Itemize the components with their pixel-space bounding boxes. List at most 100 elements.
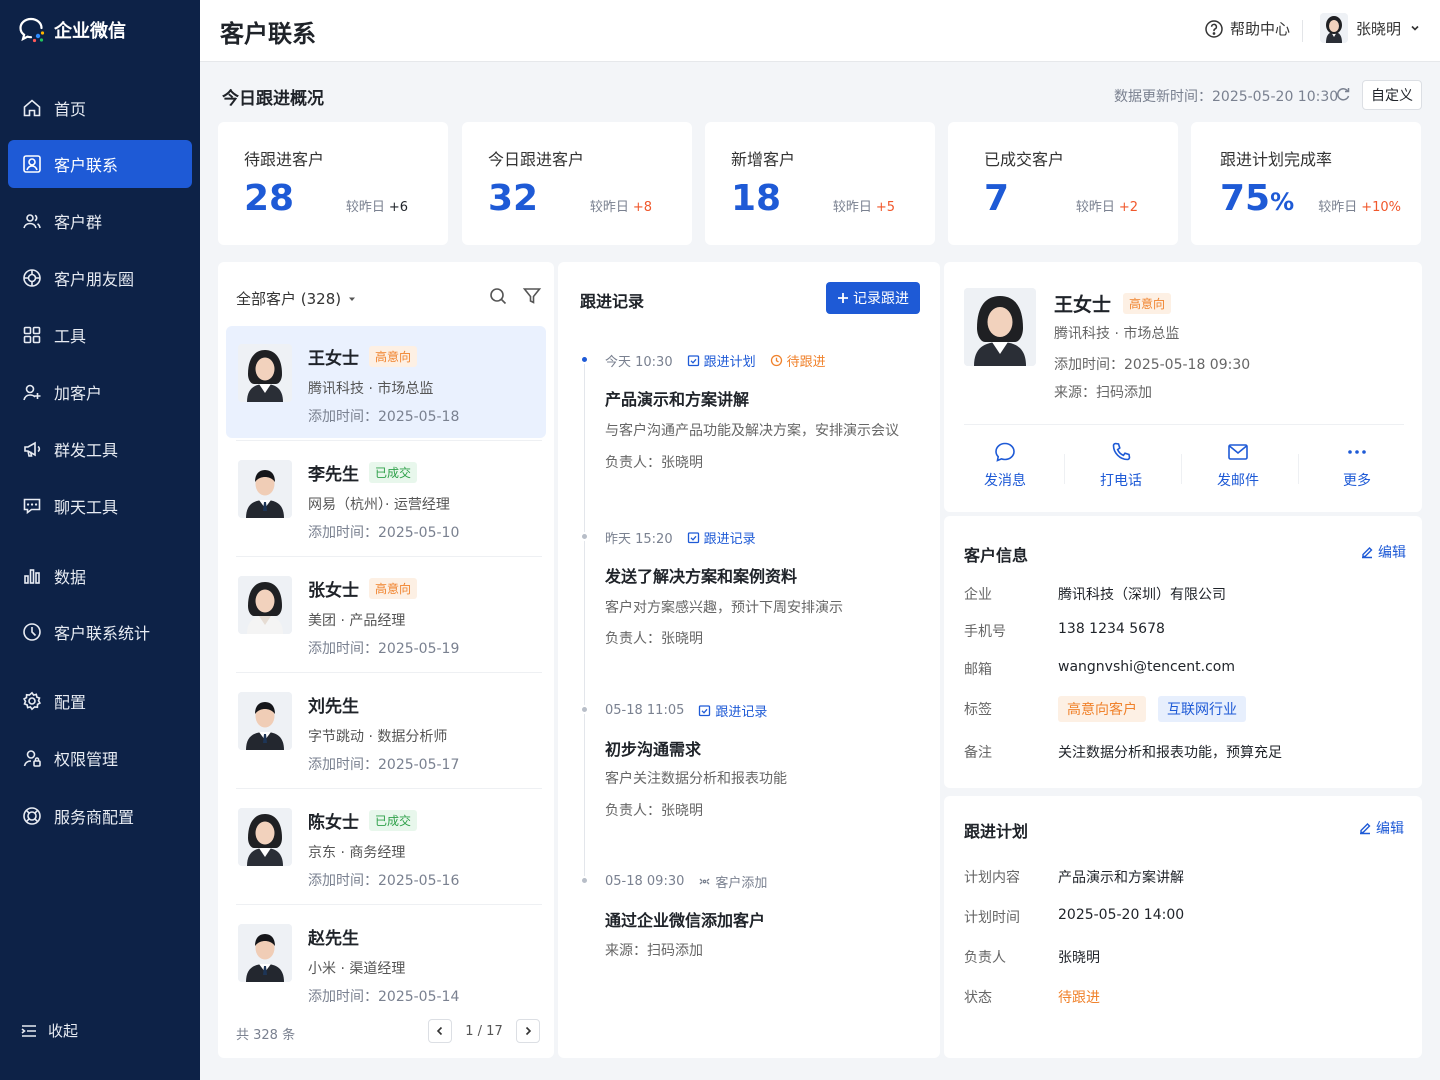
- filter-icon[interactable]: [522, 286, 542, 306]
- record-follow-button[interactable]: 记录跟进: [826, 282, 920, 314]
- customer-list-item[interactable]: 李先生 已成交 网易（杭州）· 运营经理 添加时间：2025-05-10: [226, 442, 546, 554]
- stat-unit: %: [1270, 188, 1295, 216]
- sidebar-item-config[interactable]: 配置: [8, 677, 192, 725]
- collapse-button[interactable]: 收起: [20, 1020, 78, 1041]
- customer-list-item[interactable]: 赵先生 小米 · 渠道经理 添加时间：2025-05-14: [226, 906, 546, 1018]
- send-email-button[interactable]: 发邮件: [1183, 440, 1293, 490]
- customer-list-item[interactable]: 陈女士 已成交 京东 · 商务经理 添加时间：2025-05-16: [226, 790, 546, 902]
- gear-icon: [20, 689, 44, 713]
- customer-org: 腾讯科技 · 市场总监: [308, 381, 434, 397]
- added-prefix: 添加时间：: [308, 641, 378, 657]
- customer-name: 李先生: [308, 465, 359, 485]
- stat-number: 7: [984, 178, 1010, 219]
- sidebar-item-contact-stats[interactable]: 客户联系统计: [8, 608, 192, 656]
- search-icon[interactable]: [488, 286, 508, 306]
- stat-card-pending[interactable]: 待跟进客户 28 较昨日 +6: [218, 122, 448, 245]
- customer-name-row: 陈女士 已成交: [308, 808, 418, 833]
- customer-list-item[interactable]: 王女士 高意向 腾讯科技 · 市场总监 添加时间：2025-05-18: [226, 326, 546, 438]
- stat-card-new-customers[interactable]: 新增客户 18 较昨日 +5: [705, 122, 935, 245]
- more-actions-label: 更多: [1343, 473, 1371, 489]
- stat-card-closed[interactable]: 已成交客户 7 较昨日 +2: [948, 122, 1178, 245]
- call-button[interactable]: 打电话: [1066, 440, 1176, 490]
- plan-content-label: 计划内容: [964, 870, 1020, 886]
- stat-value: 28: [244, 178, 294, 219]
- sidebar-item-mass-send[interactable]: 群发工具: [8, 425, 192, 473]
- record-status-label: 待跟进: [786, 355, 826, 370]
- customer-tag: 已成交: [369, 810, 418, 831]
- plan-status-value: 待跟进: [1058, 990, 1100, 1006]
- customer-list-item[interactable]: 刘先生 字节跳动 · 数据分析师 添加时间：2025-05-17: [226, 674, 546, 786]
- list-divider: [236, 672, 542, 673]
- send-message-button[interactable]: 发消息: [950, 440, 1060, 490]
- record-title: 产品演示和方案讲解: [605, 390, 750, 409]
- app-logo[interactable]: 企业微信: [18, 16, 126, 44]
- sidebar-item-label: 工具: [54, 327, 87, 346]
- record-meta: 昨天 15:20 跟进记录: [605, 528, 756, 547]
- sidebar-item-add-customer[interactable]: 加客户: [8, 368, 192, 416]
- record-time: 05-18 09:30: [605, 874, 685, 889]
- email-value[interactable]: wangnvshi@tencent.com: [1058, 659, 1235, 675]
- sidebar-item-customer-contact[interactable]: 客户联系: [8, 140, 192, 188]
- phone-value[interactable]: 138 1234 5678: [1058, 621, 1165, 637]
- prev-page-button[interactable]: [428, 1019, 452, 1043]
- customer-list-item[interactable]: 张女士 高意向 美团 · 产品经理 添加时间：2025-05-19: [226, 558, 546, 670]
- help-center-link[interactable]: 帮助中心: [1204, 18, 1290, 39]
- page-indicator: 1 / 17: [465, 1023, 503, 1039]
- customer-name-row: 李先生 已成交: [308, 460, 418, 485]
- user-menu[interactable]: 张晓明: [1320, 13, 1421, 43]
- sidebar-item-label: 客户联系: [54, 156, 119, 175]
- sidebar-item-chat-tools[interactable]: 聊天工具: [8, 482, 192, 530]
- edit-customer-info-button[interactable]: 编辑: [1360, 542, 1406, 562]
- sidebar-item-home[interactable]: 首页: [8, 84, 192, 132]
- service-icon: [20, 804, 44, 828]
- refresh-icon: [1335, 86, 1351, 102]
- sidebar-item-moments[interactable]: 客户朋友圈: [8, 254, 192, 302]
- sidebar-item-label: 服务商配置: [54, 808, 135, 827]
- calendar-check-icon: [687, 531, 700, 544]
- added-prefix: 添加时间：: [308, 409, 378, 425]
- refresh-button[interactable]: [1335, 86, 1351, 102]
- sidebar-item-customer-group[interactable]: 客户群: [8, 197, 192, 245]
- send-message-label: 发消息: [984, 473, 1026, 489]
- list-divider: [236, 904, 542, 905]
- plan-time-value: 2025-05-20 14:00: [1058, 907, 1185, 923]
- stat-card-today-followed[interactable]: 今日跟进客户 32 较昨日 +8: [462, 122, 692, 245]
- compare-label: 较昨日: [345, 200, 385, 215]
- stat-label: 新增客户: [731, 150, 796, 169]
- timeline-line: [584, 358, 585, 878]
- customize-button[interactable]: 自定义: [1362, 80, 1422, 110]
- sidebar-item-tools[interactable]: 工具: [8, 311, 192, 359]
- profile-tag: 高意向: [1123, 293, 1172, 314]
- profile-org: 腾讯科技 · 市场总监: [1054, 326, 1180, 342]
- timeline-dot: [580, 532, 589, 541]
- stat-card-plan-completion[interactable]: 跟进计划完成率 75% 较昨日 +10%: [1191, 122, 1421, 245]
- sidebar-item-permissions[interactable]: 权限管理: [8, 734, 192, 782]
- chevron-right-icon: [522, 1025, 534, 1037]
- link-icon: [698, 875, 711, 888]
- customer-org: 网易（杭州）· 运营经理: [308, 497, 450, 513]
- action-divider: [1181, 454, 1182, 484]
- record-title: 初步沟通需求: [605, 740, 702, 759]
- sidebar-item-data[interactable]: 数据: [8, 552, 192, 600]
- stat-delta: +8: [632, 200, 652, 215]
- edit-follow-plan-button[interactable]: 编辑: [1358, 818, 1404, 838]
- customer-avatar: [238, 808, 292, 866]
- record-desc: 与客户沟通产品功能及解决方案，安排演示会议: [605, 423, 899, 439]
- record-follow-label: 记录跟进: [853, 291, 909, 307]
- list-divider: [236, 440, 542, 441]
- update-time: 数据更新时间：2025-05-20 10:30: [1114, 86, 1338, 106]
- stat-label: 已成交客户: [984, 150, 1065, 169]
- compare-label: 较昨日: [1318, 200, 1358, 215]
- edit-label: 编辑: [1376, 821, 1404, 837]
- more-actions-button[interactable]: 更多: [1302, 440, 1412, 490]
- customer-name: 刘先生: [308, 697, 359, 717]
- customer-filter-dropdown[interactable]: 全部客户 (328): [236, 288, 357, 309]
- stat-value: 75%: [1220, 178, 1294, 219]
- next-page-button[interactable]: [516, 1019, 540, 1043]
- tags-label: 标签: [964, 702, 992, 718]
- record-meta: 05-18 09:30 客户添加: [605, 872, 767, 891]
- tag-chip[interactable]: 高意向客户: [1058, 696, 1146, 722]
- sidebar-item-service-config[interactable]: 服务商配置: [8, 792, 192, 840]
- sidebar-item-label: 加客户: [54, 384, 103, 403]
- tag-chip[interactable]: 互联网行业: [1158, 696, 1246, 722]
